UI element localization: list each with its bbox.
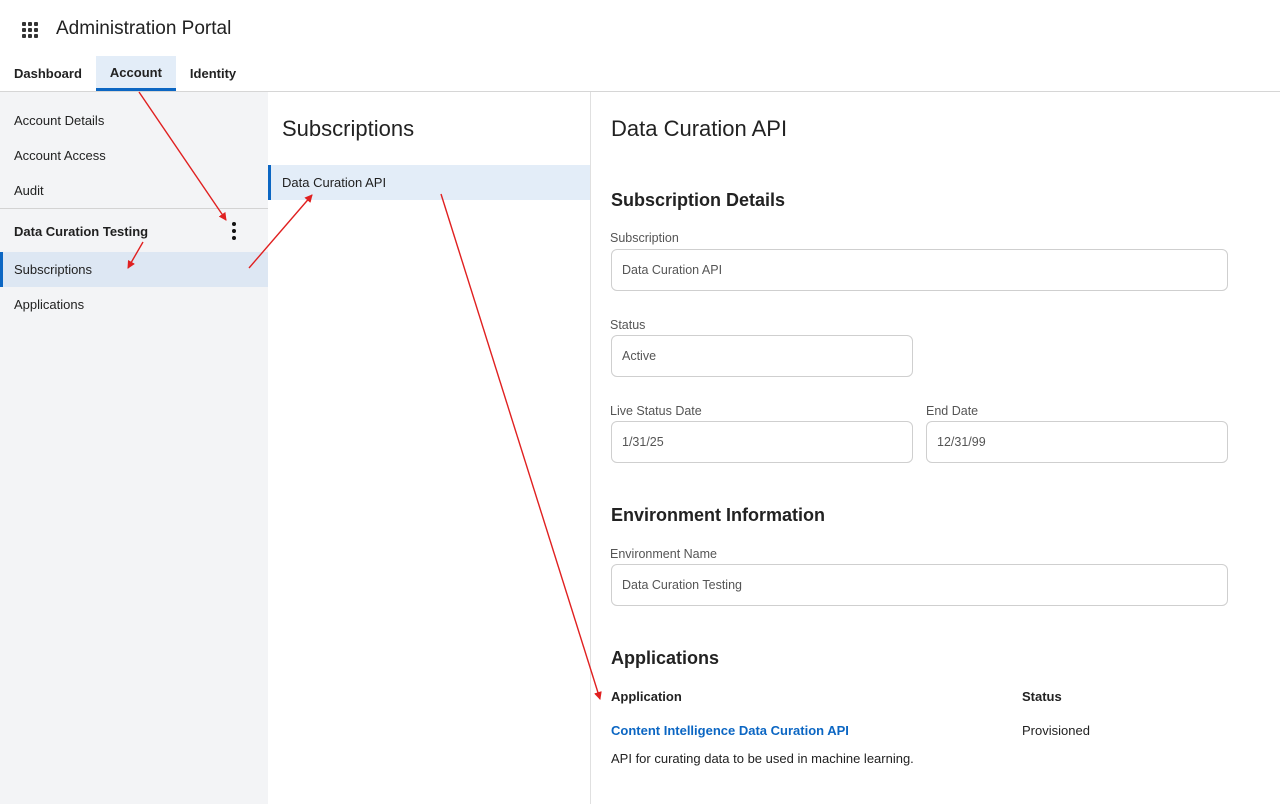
main-tabs: Dashboard Account Identity [0, 56, 250, 92]
sidebar-item-audit[interactable]: Audit [0, 173, 268, 208]
sidebar-item-subscriptions[interactable]: Subscriptions [0, 252, 268, 287]
subscriptions-panel: Subscriptions Data Curation API [268, 92, 591, 804]
tab-identity[interactable]: Identity [176, 56, 250, 91]
sidebar-divider [0, 208, 268, 209]
column-header-application: Application [611, 689, 682, 704]
live-status-date-field[interactable]: 1/31/25 [611, 421, 913, 463]
kebab-menu-icon[interactable] [226, 220, 242, 242]
sidebar-item-account-access[interactable]: Account Access [0, 138, 268, 173]
subscription-list-item[interactable]: Data Curation API [268, 165, 590, 200]
sidebar-item-account-details[interactable]: Account Details [0, 103, 268, 138]
environment-name-field[interactable]: Data Curation Testing [611, 564, 1228, 606]
left-sidebar: Account Details Account Access Audit Dat… [0, 92, 268, 804]
tab-dashboard[interactable]: Dashboard [0, 56, 96, 91]
subscriptions-title: Subscriptions [282, 116, 415, 141]
application-description: API for curating data to be used in mach… [611, 751, 914, 766]
subscription-label: Subscription [610, 231, 679, 245]
app-title: Administration Portal [56, 18, 232, 39]
top-bar: Administration Portal Dashboard Account … [0, 0, 1280, 92]
end-date-label: End Date [926, 404, 979, 418]
environment-heading: Environment Information [611, 505, 826, 525]
status-field[interactable]: Active [611, 335, 913, 377]
environment-name-label: Environment Name [610, 547, 717, 561]
application-link[interactable]: Content Intelligence Data Curation API [611, 723, 849, 738]
subscription-detail-panel: Data Curation API Subscription Details S… [591, 92, 1280, 804]
app-grid-icon[interactable] [22, 22, 38, 38]
sidebar-item-applications[interactable]: Applications [0, 287, 268, 322]
status-label: Status [610, 318, 646, 332]
detail-title: Data Curation API [611, 116, 788, 141]
subscription-details-heading: Subscription Details [611, 190, 786, 210]
subscription-field[interactable]: Data Curation API [611, 249, 1228, 291]
column-header-status: Status [1022, 689, 1062, 704]
end-date-field[interactable]: 12/31/99 [926, 421, 1228, 463]
applications-heading: Applications [611, 648, 720, 668]
tab-account[interactable]: Account [95, 56, 176, 91]
live-status-date-label: Live Status Date [610, 404, 702, 418]
application-status: Provisioned [1022, 723, 1090, 738]
